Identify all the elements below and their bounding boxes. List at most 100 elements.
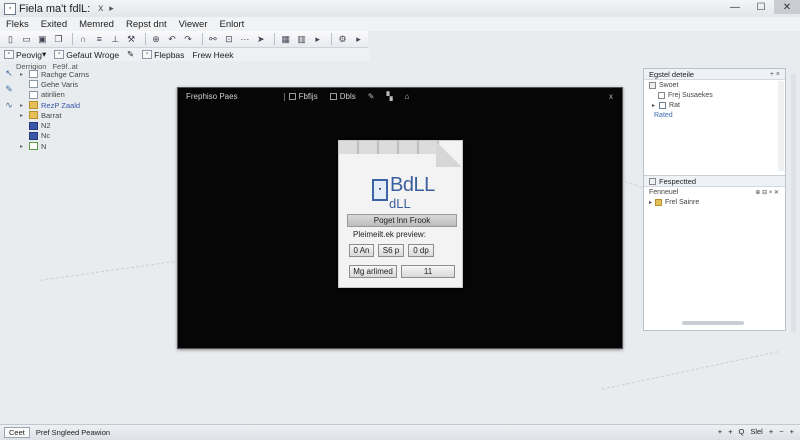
panel-controls[interactable]: + × — [770, 71, 780, 78]
copy-icon[interactable]: ❐ — [52, 33, 65, 46]
curve-icon[interactable]: ∿ — [3, 100, 15, 112]
fbfijs-button[interactable]: Fbfijs — [283, 92, 318, 101]
default-view-label: Gefaut Wroge — [66, 49, 120, 60]
tab-close-icon[interactable]: x — [98, 3, 103, 14]
document-icon — [29, 90, 38, 99]
minimize-button[interactable]: — — [722, 0, 748, 14]
new-file-icon[interactable]: ▯ — [4, 33, 17, 46]
menu-item-1[interactable]: Fleks — [6, 19, 29, 30]
tree-row[interactable]: Nc — [20, 131, 170, 141]
fbfijs-label: Fbfijs — [298, 92, 318, 101]
brush-button[interactable]: ✎ — [127, 49, 134, 60]
lock-icon[interactable]: ⊡ — [222, 33, 235, 46]
scrollbar-thumb[interactable] — [791, 73, 796, 333]
pin-icon[interactable]: ▸ — [109, 3, 114, 14]
expand-icon[interactable]: ▸ — [20, 71, 29, 78]
more-icon[interactable]: ▸ — [352, 33, 365, 46]
status-control-2[interactable]: + — [728, 427, 732, 436]
anchor-icon[interactable]: ⊥ — [109, 33, 122, 46]
details-row[interactable]: Swoet — [644, 80, 785, 90]
link-icon[interactable]: ⚯ — [206, 33, 219, 46]
home-icon[interactable]: ⌂ — [405, 92, 410, 101]
pencil-icon[interactable]: ✎ — [368, 92, 375, 101]
count-button[interactable]: 11 — [401, 265, 455, 278]
tree-row[interactable]: ▸ Barrat — [20, 110, 170, 120]
redo-icon[interactable]: ↷ — [182, 33, 195, 46]
option-button-3[interactable]: 0 dp — [408, 244, 434, 257]
text-icon[interactable]: ∩ — [77, 33, 90, 46]
panel-icon[interactable]: ▥ — [295, 33, 308, 46]
details-row[interactable]: ▸ Rat — [644, 100, 785, 110]
tree-label: atirilien — [41, 90, 65, 100]
zoom-icon[interactable]: Q — [738, 427, 744, 436]
horizontal-scrollbar[interactable] — [682, 321, 744, 325]
view-icon: ▫ — [54, 50, 65, 59]
tree-label: Nc — [41, 131, 51, 141]
zoom-icon[interactable]: ⊕ — [150, 33, 163, 46]
expand-icon[interactable]: ▸ — [20, 112, 29, 119]
menu-item-2[interactable]: Exited — [41, 19, 67, 30]
expand-icon[interactable]: ▸ — [649, 199, 652, 206]
tree-row[interactable]: N2 — [20, 120, 170, 130]
close-icon[interactable]: x — [609, 92, 613, 101]
tree-row[interactable]: Gehe Varis — [20, 79, 170, 89]
status-button[interactable]: Ceet — [4, 427, 30, 438]
tree-row[interactable]: ▸ RezP Zaald — [20, 100, 170, 110]
details-row[interactable]: Rated — [644, 110, 785, 120]
grid-icon[interactable]: ⋯ — [238, 33, 251, 46]
properties-row[interactable]: ▸ Frel Sainre — [644, 197, 785, 207]
menu-item-4[interactable]: Repst dnt — [126, 19, 167, 30]
option-button-2[interactable]: S6 p — [378, 244, 404, 257]
zoom-out-button[interactable]: − — [779, 427, 783, 436]
left-rail: ↖ ✎ ∿ — [0, 64, 18, 174]
properties-row[interactable]: Fenneuel ⊕ ⊟ × ✕ — [644, 187, 785, 197]
menu-item-3[interactable]: Memred — [79, 19, 114, 30]
title-bar: ▫ Fiela ma't fdlL: x ▸ — ☐ ✕ — [0, 0, 800, 17]
dll-logo-icon: ▪ — [372, 179, 388, 201]
frame-icon — [288, 93, 296, 100]
properties-controls[interactable]: ⊕ ⊟ × ✕ — [755, 189, 779, 196]
expand-icon[interactable]: ▸ — [652, 102, 655, 109]
details-row[interactable]: Frej Susaekes — [644, 90, 785, 100]
expand-icon[interactable]: ▸ — [20, 143, 29, 150]
select-icon[interactable]: ↖ — [3, 68, 15, 80]
vertical-scrollbar[interactable] — [790, 68, 798, 338]
menu-item-5[interactable]: Viewer — [179, 19, 208, 30]
flepbas-button[interactable]: ▫ Flepbas — [142, 50, 184, 60]
pen-icon[interactable]: ✎ — [3, 84, 15, 96]
save-icon[interactable]: ▣ — [36, 33, 49, 46]
arrow-icon[interactable]: ➤ — [254, 33, 267, 46]
menu-item-6[interactable]: Enlort — [220, 19, 245, 30]
tools-icon[interactable]: ⚒ — [125, 33, 138, 46]
tree-row[interactable]: ▸ N — [20, 141, 170, 151]
status-control-7[interactable]: + — [790, 427, 794, 436]
toolbar-divider — [331, 33, 333, 45]
tree-row[interactable]: ▸ Rachge Carns — [20, 69, 170, 79]
preview-dropdown[interactable]: ▫ Peovig ▾ — [4, 49, 46, 60]
tree-row[interactable]: atirilien — [20, 90, 170, 100]
layout-icon[interactable]: ▦ — [279, 33, 292, 46]
default-view-button[interactable]: ▫ Gefaut Wroge — [54, 50, 119, 60]
page-fold — [436, 141, 462, 167]
brush-icon: ✎ — [127, 49, 135, 59]
app-icon: ▫ — [4, 2, 16, 15]
option-button-1[interactable]: 0 An — [349, 244, 374, 257]
status-control-1[interactable]: + — [718, 427, 722, 436]
play-icon[interactable]: ▸ — [311, 33, 324, 46]
manage-button[interactable]: Mg arlimed — [349, 265, 397, 278]
item-icon — [659, 101, 667, 109]
align-icon[interactable]: ≡ — [93, 33, 106, 46]
close-window-button[interactable]: ✕ — [774, 0, 800, 14]
undo-icon[interactable]: ↶ — [166, 33, 179, 46]
dbls-button[interactable]: Dbls — [329, 92, 356, 101]
open-folder-icon[interactable]: ▭ — [20, 33, 33, 46]
status-bar: Ceet Pref Sngleed Peawion + + Q Slel + −… — [0, 424, 800, 440]
settings-icon[interactable]: ⚙ — [336, 33, 349, 46]
format-icon[interactable]: ▚ — [386, 92, 392, 101]
free-hook-button[interactable]: Frew Heek — [192, 50, 233, 60]
maximize-button[interactable]: ☐ — [748, 0, 774, 14]
toolbar-divider — [144, 33, 146, 45]
expand-icon[interactable]: ▸ — [20, 102, 29, 109]
details-scrollbar[interactable] — [778, 81, 784, 171]
zoom-in-button[interactable]: + — [769, 427, 773, 436]
